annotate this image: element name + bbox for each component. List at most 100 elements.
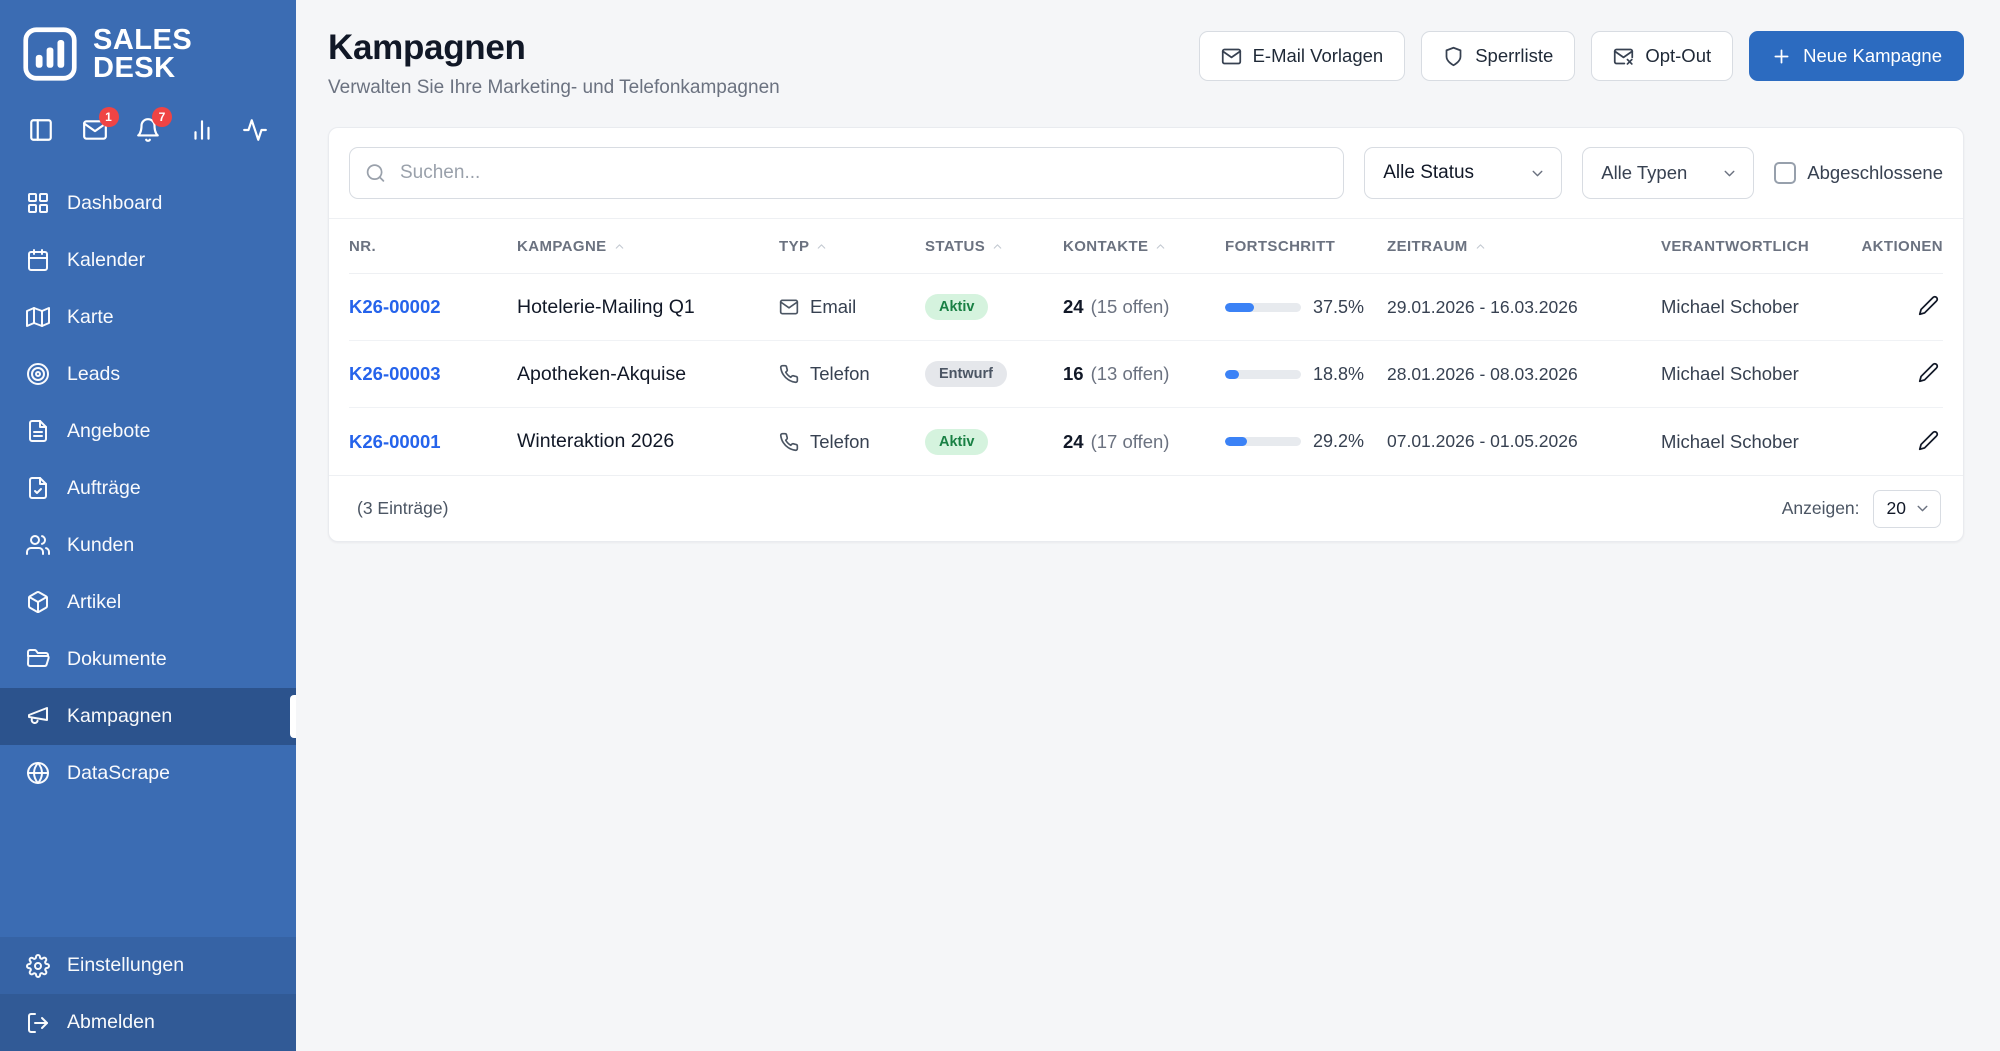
sidebar-item-label: Kampagnen bbox=[67, 704, 173, 727]
sidebar-item-kunden[interactable]: Kunden bbox=[0, 517, 296, 574]
sidebar-item-artikel[interactable]: Artikel bbox=[0, 574, 296, 631]
campaign-owner: Michael Schober bbox=[1661, 430, 1799, 452]
completed-checkbox-label: Abgeschlossene bbox=[1807, 162, 1943, 183]
search-input[interactable] bbox=[349, 147, 1345, 199]
campaign-number-link[interactable]: K26-00003 bbox=[349, 363, 441, 384]
sort-asc-icon bbox=[991, 240, 1004, 253]
completed-checkbox[interactable] bbox=[1774, 162, 1797, 184]
sidebar-item-karte[interactable]: Karte bbox=[0, 289, 296, 346]
sidebar: SALES DESK 17 Dashboard Kalender Karte Lead… bbox=[0, 0, 296, 1051]
progress-fill bbox=[1225, 369, 1240, 379]
column-header-zeitraum[interactable]: ZEITRAUM bbox=[1387, 238, 1661, 255]
stats-button[interactable] bbox=[187, 115, 217, 145]
contacts-open-count: (15 offen) bbox=[1090, 296, 1170, 317]
progress-label: 37.5% bbox=[1313, 296, 1365, 317]
table-row: K26-00002 Hotelerie-Mailing Q1 Email Aktiv 2… bbox=[349, 274, 1943, 341]
main-content: Kampagnen Verwalten Sie Ihre Marketing- … bbox=[296, 0, 2000, 1051]
sidebar-item-label: DataScrape bbox=[67, 761, 170, 784]
sidebar-item-label: Artikel bbox=[67, 590, 122, 613]
campaigns-card: Alle Status Alle Typen Abgeschlossene NR… bbox=[328, 127, 1964, 542]
sidebar-item-leads[interactable]: Leads bbox=[0, 346, 296, 403]
status-filter-select[interactable]: Alle Status bbox=[1364, 147, 1563, 199]
campaign-name: Winteraktion 2026 bbox=[517, 430, 675, 452]
campaign-contacts-cell: 16 (13 offen) bbox=[1063, 363, 1225, 385]
pencil-icon bbox=[1918, 295, 1939, 319]
status-badge: Aktiv bbox=[925, 428, 989, 455]
sidebar-bottom-nav: Einstellungen Abmelden bbox=[0, 937, 296, 1051]
sidebar-item-abmelden[interactable]: Abmelden bbox=[0, 994, 296, 1051]
search-box bbox=[349, 147, 1345, 199]
sidebar-toggle-button[interactable] bbox=[26, 115, 56, 145]
campaign-number-link[interactable]: K26-00001 bbox=[349, 431, 441, 452]
sidebar-quick-icons: 17 bbox=[0, 91, 296, 151]
sort-asc-icon bbox=[1474, 240, 1487, 253]
button-label: E-Mail Vorlagen bbox=[1252, 45, 1384, 66]
edit-campaign-button[interactable] bbox=[1914, 358, 1943, 390]
campaign-period-cell: 07.01.2026 - 01.05.2026 bbox=[1387, 431, 1661, 452]
sidebar-item-label: Einstellungen bbox=[67, 954, 185, 976]
neue-kampagne-button[interactable]: Neue Kampagne bbox=[1749, 31, 1964, 81]
sidebar-item-datascrape[interactable]: DataScrape bbox=[0, 745, 296, 802]
header-actions: E-Mail Vorlagen Sperrliste Opt-Out Neue Kam… bbox=[1198, 31, 1964, 81]
type-filter-select[interactable]: Alle Typen bbox=[1582, 147, 1755, 199]
column-label: FORTSCHRITT bbox=[1225, 237, 1336, 255]
page-size-select[interactable]: 20 bbox=[1872, 489, 1941, 528]
email-vorlagen-button[interactable]: E-Mail Vorlagen bbox=[1198, 31, 1406, 81]
column-header-typ[interactable]: TYP bbox=[779, 238, 925, 255]
table-row: K26-00001 Winteraktion 2026 Telefon Aktiv 24… bbox=[349, 408, 1943, 475]
campaign-owner-cell: Michael Schober bbox=[1661, 431, 1887, 453]
sidebar-item-dokumente[interactable]: Dokumente bbox=[0, 631, 296, 688]
campaign-owner: Michael Schober bbox=[1661, 363, 1799, 384]
sidebar-item-auftraege[interactable]: Aufträge bbox=[0, 460, 296, 517]
sidebar-item-label: Angebote bbox=[67, 419, 151, 442]
mail-icon bbox=[1221, 46, 1242, 67]
table-header-row: NR. KAMPAGNE TYP STATUS KONTAKTE FORTSCHRITT Z… bbox=[349, 219, 1943, 274]
campaign-type-cell: Email bbox=[779, 296, 925, 318]
button-label: Sperrliste bbox=[1475, 45, 1554, 66]
search-icon bbox=[365, 163, 386, 184]
filters-bar: Alle Status Alle Typen Abgeschlossene bbox=[329, 128, 1963, 219]
page-size-control: Anzeigen: 20 bbox=[1782, 489, 1941, 528]
chevron-down-icon bbox=[1529, 165, 1546, 182]
sort-asc-icon bbox=[815, 240, 828, 253]
folder-icon bbox=[26, 647, 50, 671]
package-icon bbox=[26, 590, 50, 614]
phone-icon bbox=[779, 364, 799, 384]
opt-out-button[interactable]: Opt-Out bbox=[1591, 31, 1734, 81]
column-header-kontakte[interactable]: KONTAKTE bbox=[1063, 238, 1225, 255]
campaign-period-cell: 29.01.2026 - 16.03.2026 bbox=[1387, 297, 1661, 318]
column-header-kampagne[interactable]: KAMPAGNE bbox=[517, 238, 779, 255]
sperrliste-button[interactable]: Sperrliste bbox=[1421, 31, 1576, 81]
app-name-line2: DESK bbox=[93, 52, 176, 85]
settings-icon bbox=[26, 953, 50, 978]
messages-button[interactable]: 1 bbox=[80, 106, 119, 145]
contacts-count: 24 bbox=[1063, 296, 1084, 317]
campaign-actions-cell bbox=[1887, 291, 1943, 323]
sidebar-item-kampagnen[interactable]: Kampagnen bbox=[0, 687, 296, 745]
campaign-name-cell: Hotelerie-Mailing Q1 bbox=[517, 296, 779, 319]
map-icon bbox=[26, 305, 50, 329]
status-badge: Aktiv bbox=[925, 294, 989, 320]
sidebar-item-kalender[interactable]: Kalender bbox=[0, 232, 296, 289]
sidebar-item-dashboard[interactable]: Dashboard bbox=[0, 175, 296, 232]
activity-button[interactable] bbox=[240, 115, 270, 145]
sidebar-item-einstellungen[interactable]: Einstellungen bbox=[0, 937, 296, 994]
edit-campaign-button[interactable] bbox=[1914, 291, 1943, 323]
campaign-status-cell: Entwurf bbox=[925, 361, 1063, 387]
campaign-contacts-cell: 24 (15 offen) bbox=[1063, 296, 1225, 318]
column-header-status[interactable]: STATUS bbox=[925, 238, 1063, 255]
campaign-number-link[interactable]: K26-00002 bbox=[349, 296, 441, 317]
campaign-nr-cell: K26-00002 bbox=[349, 296, 517, 318]
status-badge: Entwurf bbox=[925, 361, 1007, 387]
panel-icon bbox=[28, 117, 54, 143]
campaign-progress-cell: 29.2% bbox=[1225, 431, 1387, 452]
campaign-nr-cell: K26-00003 bbox=[349, 363, 517, 385]
entries-count: (3 Einträge) bbox=[357, 498, 449, 518]
sidebar-item-angebote[interactable]: Angebote bbox=[0, 403, 296, 460]
completed-filter[interactable]: Abgeschlossene bbox=[1774, 162, 1943, 184]
edit-campaign-button[interactable] bbox=[1914, 426, 1943, 458]
pencil-icon bbox=[1918, 430, 1939, 454]
campaign-period: 07.01.2026 - 01.05.2026 bbox=[1387, 431, 1578, 451]
notifications-button[interactable]: 7 bbox=[133, 106, 172, 145]
campaign-actions-cell bbox=[1887, 358, 1943, 390]
